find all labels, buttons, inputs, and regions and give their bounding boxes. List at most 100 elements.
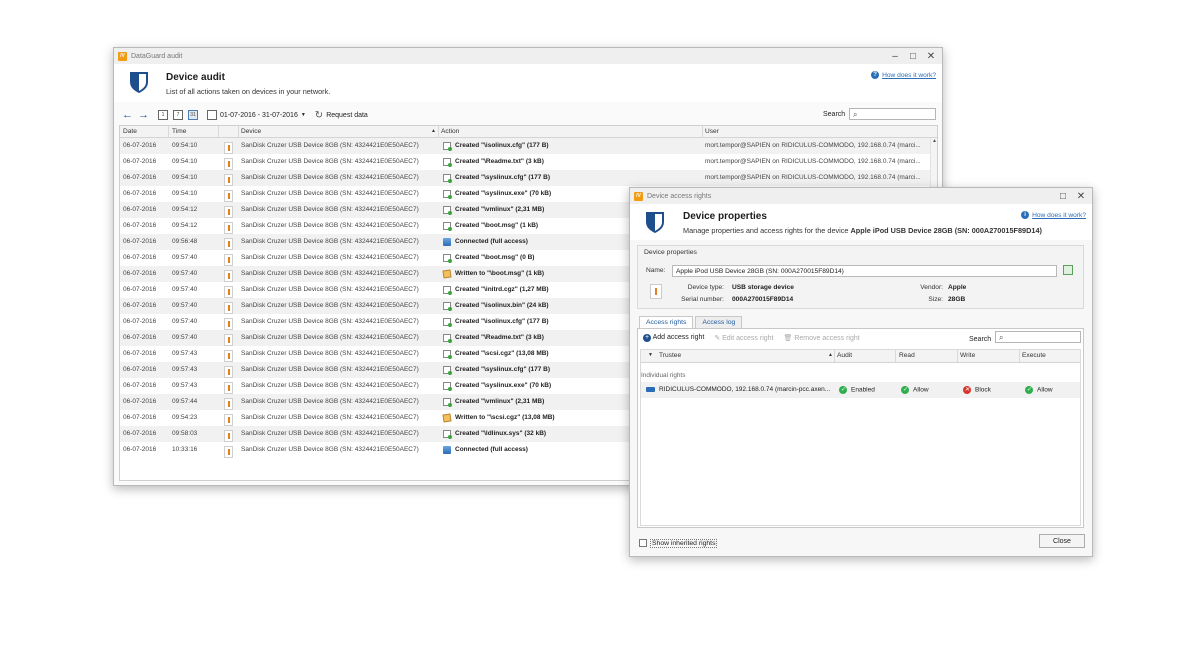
access-rights-panel: + Add access right ✎ Edit access right 🗑… bbox=[637, 328, 1084, 528]
row-action: Written to "\boot.msg" (1 kB) bbox=[455, 270, 545, 277]
save-name-icon[interactable] bbox=[1063, 265, 1073, 275]
row-device: SanDisk Cruzer USB Device 8GB (SN: 43244… bbox=[241, 414, 419, 421]
device-name-field[interactable]: Apple iPod USB Device 28GB (SN: 000A2700… bbox=[672, 265, 1057, 277]
add-access-right-label: Add access right bbox=[652, 334, 705, 341]
dialog-search-input[interactable]: ⌕ bbox=[995, 331, 1081, 343]
col-date[interactable]: Date bbox=[123, 128, 137, 135]
scroll-up-icon[interactable]: ▲ bbox=[931, 138, 937, 145]
row-action: Created "\initrd.cgz" (1,27 MB) bbox=[455, 286, 549, 293]
dialog-heading: Device properties bbox=[683, 211, 767, 222]
audit-window-title: DataGuard audit bbox=[131, 52, 183, 60]
col-trustee[interactable]: Trustee bbox=[659, 352, 681, 359]
audit-header: Device audit List of all actions taken o… bbox=[114, 64, 942, 102]
usb-device-icon bbox=[224, 190, 233, 202]
trustee-value: RIDICULUS-COMMODO, 192.168.0.74 (marcin-… bbox=[659, 386, 831, 393]
row-date: 06-07-2016 bbox=[123, 222, 157, 229]
dialog-help-icon: i bbox=[1021, 211, 1030, 219]
rights-row[interactable]: RIDICULUS-COMMODO, 192.168.0.74 (marcin-… bbox=[641, 382, 1080, 398]
col-read[interactable]: Read bbox=[899, 352, 915, 359]
dialog-close-icon[interactable]: ✕ bbox=[1074, 189, 1088, 203]
calendar-day-icon[interactable]: 1 bbox=[158, 110, 168, 120]
row-device: SanDisk Cruzer USB Device 8GB (SN: 43244… bbox=[241, 430, 419, 437]
row-time: 09:54:23 bbox=[172, 414, 198, 421]
close-icon[interactable]: ✕ bbox=[924, 49, 938, 63]
show-inherited-label[interactable]: Show inherited rights bbox=[650, 539, 718, 548]
minimize-icon[interactable]: – bbox=[888, 49, 902, 63]
row-time: 09:57:40 bbox=[172, 254, 198, 261]
remove-access-right-button[interactable]: 🗑 Remove access right bbox=[784, 334, 860, 342]
tab-access-rights[interactable]: Access rights bbox=[639, 316, 694, 328]
row-action: Created "\isolinux.cfg" (177 B) bbox=[455, 318, 549, 325]
row-action: Created "\isolinux.bin" (24 kB) bbox=[455, 302, 549, 309]
filter-chevron-icon[interactable]: ▼ bbox=[648, 352, 653, 358]
row-device: SanDisk Cruzer USB Device 8GB (SN: 43244… bbox=[241, 174, 419, 181]
usb-device-icon bbox=[224, 334, 233, 346]
read-value-text: Allow bbox=[913, 386, 929, 394]
tab-access-log[interactable]: Access log bbox=[695, 316, 743, 328]
calendar-month-icon[interactable]: 31 bbox=[188, 110, 198, 120]
row-device: SanDisk Cruzer USB Device 8GB (SN: 43244… bbox=[241, 270, 419, 277]
app-icon: /V bbox=[118, 51, 127, 61]
show-inherited-checkbox[interactable] bbox=[639, 539, 647, 547]
maximize-icon[interactable]: □ bbox=[906, 49, 920, 63]
usb-device-icon bbox=[650, 284, 662, 299]
help-link[interactable]: ? How does it work? bbox=[871, 71, 936, 79]
access-toolbar: + Add access right ✎ Edit access right 🗑… bbox=[643, 334, 860, 342]
row-time: 09:57:40 bbox=[172, 302, 198, 309]
row-action: Connected (full access) bbox=[455, 238, 528, 245]
col-device[interactable]: Device bbox=[241, 128, 261, 135]
file-created-icon bbox=[443, 142, 452, 151]
calendar-week-icon[interactable]: 7 bbox=[173, 110, 183, 120]
dialog-maximize-icon[interactable]: □ bbox=[1056, 189, 1070, 203]
row-action: Created "\ldlinux.sys" (32 kB) bbox=[455, 430, 547, 437]
row-device: SanDisk Cruzer USB Device 8GB (SN: 43244… bbox=[241, 350, 419, 357]
row-time: 09:57:43 bbox=[172, 382, 198, 389]
date-range-dropdown[interactable]: 01-07-2016 - 31-07-2016 ▼ bbox=[207, 110, 306, 120]
help-icon: ? bbox=[871, 71, 880, 79]
row-date: 06-07-2016 bbox=[123, 414, 157, 421]
row-date: 06-07-2016 bbox=[123, 270, 157, 277]
col-audit[interactable]: Audit bbox=[837, 352, 852, 359]
close-button[interactable]: Close bbox=[1039, 534, 1085, 548]
date-range-label: 01-07-2016 - 31-07-2016 bbox=[220, 111, 298, 119]
dialog-header: Device properties Manage properties and … bbox=[630, 204, 1092, 240]
vendor-label: Vendor: bbox=[920, 284, 943, 291]
read-value: ✓ Allow bbox=[901, 386, 929, 394]
dialog-search-icon: ⌕ bbox=[999, 333, 1004, 342]
row-time: 09:58:03 bbox=[172, 430, 198, 437]
file-created-icon bbox=[443, 286, 452, 295]
row-action: Created "\boot.msg" (1 kB) bbox=[455, 222, 539, 229]
file-created-icon bbox=[443, 302, 452, 311]
edit-access-right-button[interactable]: ✎ Edit access right bbox=[714, 334, 773, 342]
request-data-button[interactable]: ↻ Request data bbox=[315, 110, 368, 121]
check-icon: ✓ bbox=[1025, 386, 1033, 394]
add-access-right-button[interactable]: + Add access right bbox=[643, 334, 704, 342]
col-execute[interactable]: Execute bbox=[1022, 352, 1046, 359]
usb-device-icon bbox=[224, 222, 233, 234]
col-write[interactable]: Write bbox=[960, 352, 975, 359]
calendar-icon bbox=[207, 110, 217, 120]
dialog-help-link[interactable]: i How does it work? bbox=[1021, 211, 1086, 219]
row-time: 09:54:10 bbox=[172, 158, 198, 165]
row-action: Created "\syslinux.cfg" (177 B) bbox=[455, 174, 551, 181]
file-created-icon bbox=[443, 222, 452, 231]
row-date: 06-07-2016 bbox=[123, 398, 157, 405]
row-date: 06-07-2016 bbox=[123, 238, 157, 245]
usb-device-icon bbox=[224, 382, 233, 394]
table-row[interactable]: 06-07-2016 09:54:10 SanDisk Cruzer USB Dev… bbox=[120, 154, 937, 170]
dialog-subtitle-device: Apple iPod USB Device 28GB (SN: 000A2700… bbox=[850, 226, 1042, 235]
row-time: 09:54:12 bbox=[172, 222, 198, 229]
col-time[interactable]: Time bbox=[172, 128, 186, 135]
usb-device-icon bbox=[224, 206, 233, 218]
search-input[interactable]: ⌕ bbox=[849, 108, 936, 120]
row-time: 09:56:48 bbox=[172, 238, 198, 245]
forward-arrow-icon[interactable]: → bbox=[138, 109, 149, 121]
back-arrow-icon[interactable]: ← bbox=[122, 109, 133, 121]
row-device: SanDisk Cruzer USB Device 8GB (SN: 43244… bbox=[241, 238, 419, 245]
file-created-icon bbox=[443, 190, 452, 199]
table-row[interactable]: 06-07-2016 09:54:10 SanDisk Cruzer USB Dev… bbox=[120, 138, 937, 154]
col-user[interactable]: User bbox=[705, 128, 719, 135]
connect-icon bbox=[443, 238, 451, 246]
table-row[interactable]: 06-07-2016 09:54:10 SanDisk Cruzer USB Dev… bbox=[120, 170, 937, 186]
col-action[interactable]: Action bbox=[441, 128, 459, 135]
